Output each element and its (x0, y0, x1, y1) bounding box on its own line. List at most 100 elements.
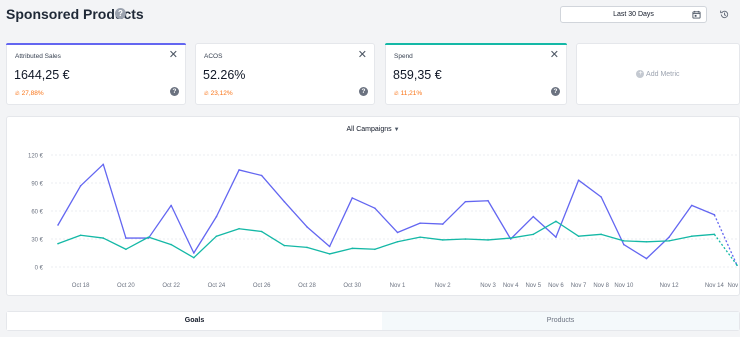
data-point (555, 220, 557, 223)
page-header: Sponsored Products ? Last 30 Days (0, 0, 740, 30)
data-point (441, 239, 444, 241)
card-label: Attributed Sales (15, 53, 61, 60)
card-label: Spend (394, 53, 413, 60)
card-change: 🔥︎ 27,88% (15, 90, 44, 98)
data-point (193, 256, 195, 259)
metric-card-spend[interactable]: Spend ✕ 859,35 € 🔥︎ 11,21% ? (385, 43, 567, 105)
data-point (623, 240, 625, 242)
help-icon[interactable]: ? (115, 8, 126, 19)
data-point (600, 196, 602, 198)
x-tick-label: Nov 14 (705, 283, 725, 289)
x-tick-label: Nov 4 (503, 283, 519, 289)
y-tick-label: 60 € (31, 210, 43, 216)
data-point (170, 204, 172, 207)
data-point (464, 238, 467, 240)
card-label: ACOS (204, 53, 223, 60)
data-point (79, 185, 82, 187)
y-tick-label: 120 € (28, 154, 44, 160)
date-range-label: Last 30 Days (613, 11, 654, 18)
data-point (215, 235, 218, 237)
data-point (260, 230, 263, 233)
close-icon[interactable]: ✕ (169, 50, 178, 61)
x-tick-label: Nov 3 (480, 283, 496, 289)
card-change-value: 11,21% (400, 90, 423, 97)
x-tick-label: Oct 20 (117, 283, 135, 289)
x-tick-label: Oct 28 (298, 283, 316, 289)
data-point (577, 235, 580, 237)
add-metric-label: Add Metric (646, 70, 680, 78)
y-tick-label: 30 € (31, 238, 43, 244)
series-line (57, 163, 715, 260)
metric-card-attributed-sales[interactable]: Attributed Sales ✕ 1644,25 € 🔥︎ 27,88% ? (6, 43, 186, 105)
help-icon[interactable]: ? (551, 87, 560, 96)
data-point (577, 179, 580, 181)
data-point (125, 237, 127, 239)
x-tick-label: Nov 10 (614, 283, 634, 289)
card-change: 🔥︎ 11,21% (394, 90, 422, 98)
date-range-select[interactable]: Last 30 Days (560, 6, 707, 23)
tab-goals[interactable]: Goals (7, 312, 382, 330)
data-point (532, 215, 535, 218)
data-point (396, 231, 399, 234)
data-point (147, 236, 150, 238)
data-point (79, 234, 82, 237)
x-tick-label: Oct 26 (253, 283, 271, 289)
card-accent-bar (385, 43, 567, 45)
x-tick-label: Nov 1 (390, 283, 406, 289)
metric-card-acos[interactable]: ACOS ✕ 52.26% 🔥︎ 23,12% ? (195, 43, 375, 105)
data-point (57, 224, 59, 226)
x-tick-label: Oct 22 (162, 283, 180, 289)
card-change: 🔥︎ 23,12% (204, 90, 233, 98)
bottom-tabs: Goals Products (6, 311, 740, 331)
x-tick-label: Oct 30 (343, 283, 361, 289)
data-point (509, 237, 512, 239)
x-tick-label: Nov 12 (660, 283, 680, 289)
data-point (690, 235, 693, 237)
data-point (645, 241, 648, 243)
x-tick-label: Nov 6 (548, 283, 564, 289)
data-point (170, 243, 172, 246)
chart-panel: All Campaigns ▼ 120 €90 €60 €30 €0 € Oct … (6, 116, 740, 296)
data-point (441, 223, 444, 225)
help-icon[interactable]: ? (359, 87, 368, 96)
card-value: 52.26% (203, 68, 246, 82)
arrow-up-icon: 🔥︎ (204, 90, 209, 97)
x-tick-label: Nov 5 (525, 283, 541, 289)
x-tick-label: Nov 7 (571, 283, 587, 289)
data-point (125, 248, 127, 251)
data-point (57, 242, 59, 245)
data-point (555, 236, 557, 238)
card-change-value: 27,88% (21, 90, 44, 97)
data-point (351, 247, 354, 250)
data-point (668, 240, 670, 242)
data-point (260, 174, 263, 177)
add-metric-button[interactable]: + Add Metric (576, 43, 740, 105)
calendar-icon (692, 10, 701, 19)
history-icon[interactable] (719, 9, 730, 20)
data-point (668, 236, 670, 238)
x-tick-label: Nov 15 (727, 283, 740, 289)
x-tick-label: Nov 8 (593, 283, 609, 289)
help-icon[interactable]: ? (170, 87, 179, 96)
data-point (215, 215, 218, 218)
series-line-projection (713, 214, 738, 266)
data-point (690, 204, 693, 207)
data-point (736, 264, 738, 266)
data-point (102, 163, 105, 166)
tab-products[interactable]: Products (382, 312, 739, 330)
data-point (487, 239, 489, 241)
close-icon[interactable]: ✕ (358, 50, 367, 61)
card-accent-bar (6, 43, 186, 45)
y-tick-label: 90 € (31, 182, 43, 188)
data-point (374, 207, 376, 209)
data-point (396, 241, 399, 243)
data-point (419, 236, 421, 238)
close-icon[interactable]: ✕ (550, 50, 559, 61)
data-point (532, 233, 535, 236)
data-point (464, 200, 467, 203)
series-line-projection (713, 233, 738, 266)
data-point (645, 257, 648, 260)
data-point (713, 233, 716, 236)
y-tick-label: 0 € (35, 266, 44, 272)
data-point (600, 233, 602, 236)
